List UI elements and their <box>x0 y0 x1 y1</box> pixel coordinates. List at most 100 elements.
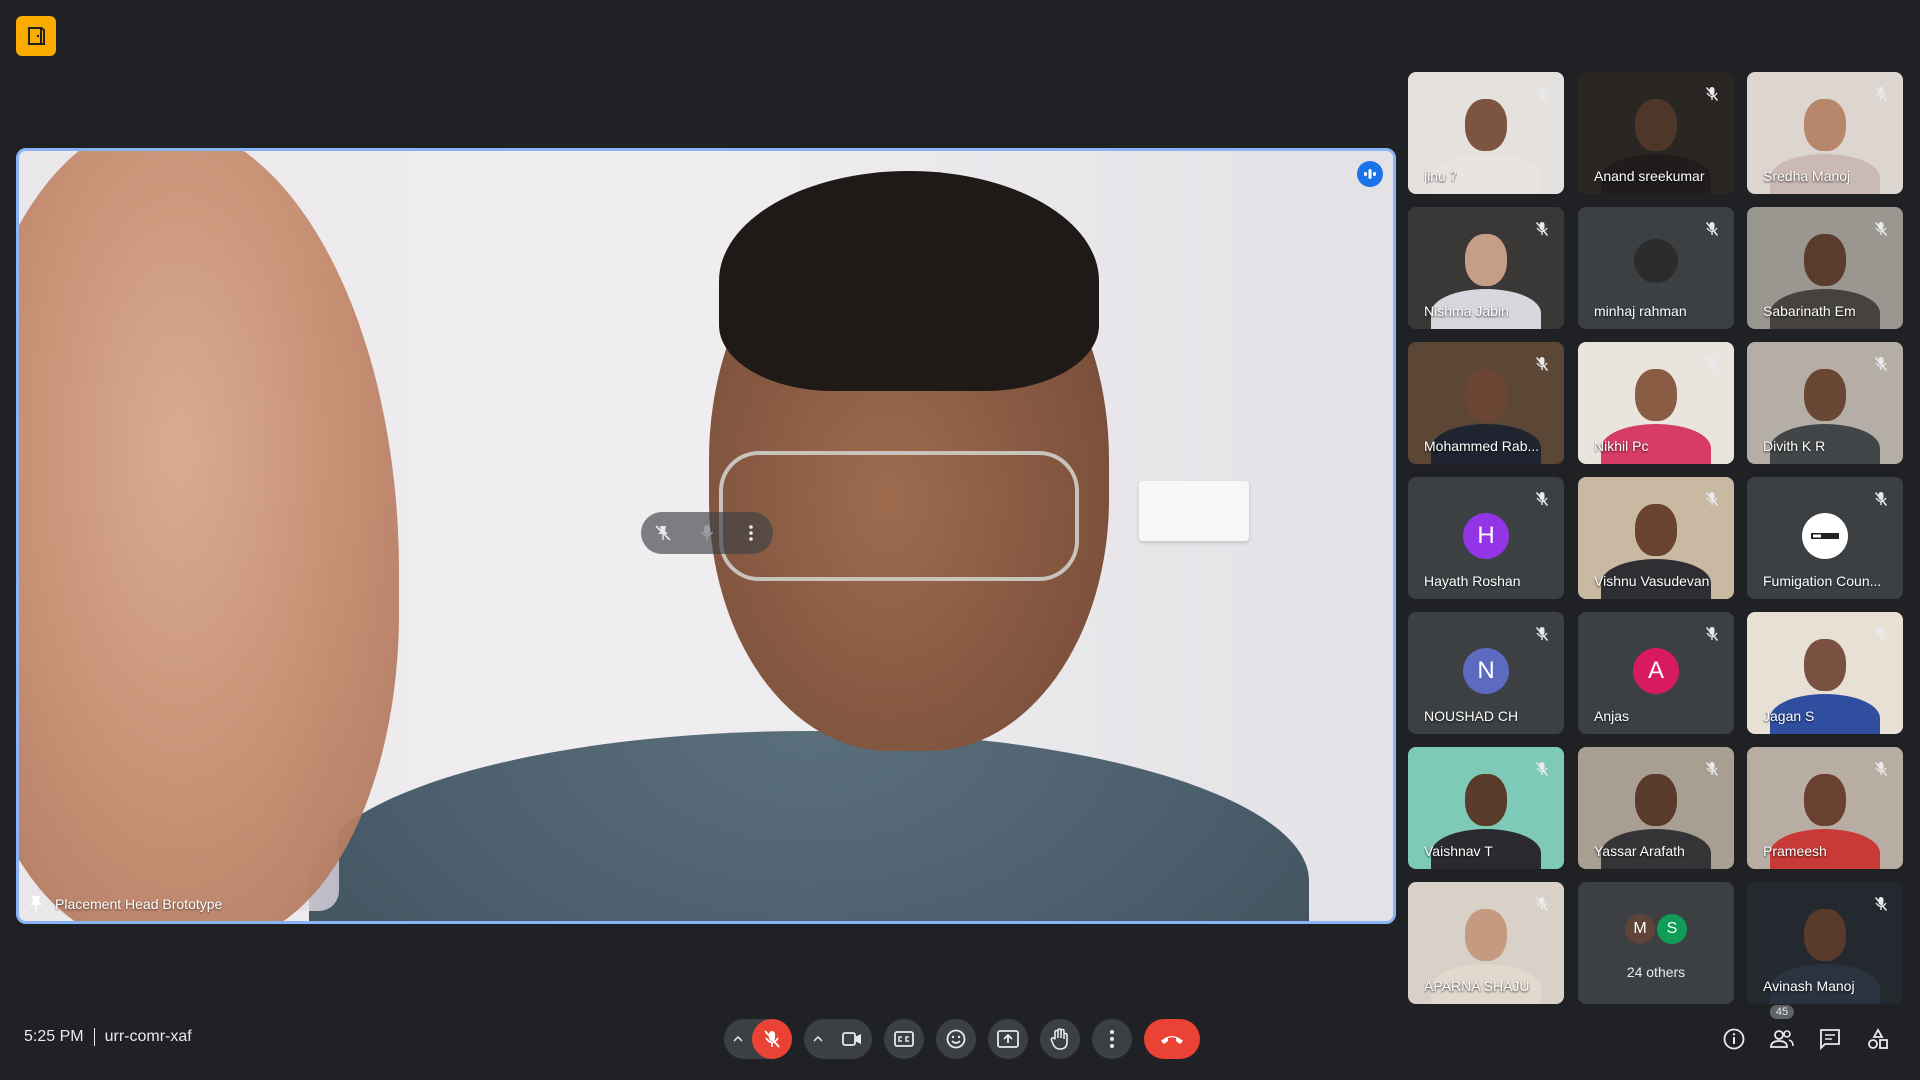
wall-socket <box>1139 481 1249 541</box>
participant-tile[interactable]: Vaishnav T <box>1408 747 1564 869</box>
speaker-glasses <box>719 451 1079 581</box>
more-vert-icon <box>749 525 753 541</box>
speaker-hair <box>719 171 1099 391</box>
mic-control-group <box>724 1019 792 1059</box>
more-options-button[interactable] <box>1092 1019 1132 1059</box>
people-icon <box>1770 1030 1794 1048</box>
mic-off-icon <box>1871 759 1891 779</box>
participant-name: Divith K R <box>1763 438 1826 454</box>
participant-face <box>1465 368 1507 421</box>
participant-face <box>1465 773 1507 826</box>
info-icon <box>1723 1028 1745 1050</box>
participant-logo-avatar <box>1802 513 1848 559</box>
participant-name: Sredha Manoj <box>1763 168 1851 184</box>
participant-tile[interactable]: Yassar Arafath <box>1578 747 1734 869</box>
participant-face <box>1634 239 1678 283</box>
participant-tile[interactable]: Vishnu Vasudevan <box>1578 477 1734 599</box>
captions-button[interactable] <box>884 1019 924 1059</box>
mic-off-icon <box>1702 624 1722 644</box>
mic-off-icon <box>1532 354 1552 374</box>
camera-toggle-button[interactable] <box>832 1019 872 1059</box>
audio-options-button[interactable] <box>724 1019 752 1059</box>
present-screen-button[interactable] <box>988 1019 1028 1059</box>
participant-tile[interactable]: A Anjas <box>1578 612 1734 734</box>
tile-more-options-button[interactable] <box>736 518 766 548</box>
participant-tile[interactable]: jinu 7 <box>1408 72 1564 194</box>
mic-off-icon <box>1532 894 1552 914</box>
participant-name: Anand sreekumar <box>1594 168 1705 184</box>
participant-name: Yassar Arafath <box>1594 843 1685 859</box>
chevron-up-icon <box>813 1036 823 1042</box>
participant-tile[interactable]: Jagan S <box>1747 612 1903 734</box>
mic-off-icon <box>1702 759 1722 779</box>
meeting-code[interactable]: urr-comr-xaf <box>105 1028 192 1046</box>
participant-tile[interactable]: Divith K R <box>1747 342 1903 464</box>
participant-name: jinu 7 <box>1424 168 1458 184</box>
hand-icon <box>1050 1028 1068 1050</box>
participant-tile[interactable]: N NOUSHAD CH <box>1408 612 1564 734</box>
participant-tile[interactable]: minhaj rahman <box>1578 207 1734 329</box>
leave-call-button[interactable] <box>1144 1019 1200 1059</box>
company-logo-icon <box>1811 533 1839 539</box>
mic-off-icon <box>1702 219 1722 239</box>
participant-tile[interactable]: M S 24 others <box>1578 882 1734 1004</box>
meeting-time: 5:25 PM <box>24 1028 84 1045</box>
speaking-indicator-icon <box>1357 161 1383 187</box>
participant-tile[interactable]: Nikhil Pc <box>1578 342 1734 464</box>
more-vert-icon <box>1110 1030 1114 1048</box>
participant-avatar: M <box>1625 914 1655 944</box>
participant-face <box>1465 908 1507 961</box>
participant-name: Anjas <box>1594 708 1630 724</box>
participant-face <box>1804 908 1846 961</box>
mic-off-icon <box>1871 894 1891 914</box>
participant-avatar: N <box>1463 648 1509 694</box>
mic-off-icon <box>1532 489 1552 509</box>
tile-hover-controls <box>641 512 773 554</box>
video-options-button[interactable] <box>804 1019 832 1059</box>
participant-tile[interactable]: H Hayath Roshan <box>1408 477 1564 599</box>
participant-name: Mohammed Rab... <box>1424 438 1540 454</box>
microphone-toggle-button[interactable] <box>752 1019 792 1059</box>
participant-tile[interactable]: APARNA SHAJU <box>1408 882 1564 1004</box>
closed-captions-icon <box>894 1031 914 1047</box>
participant-avatar: H <box>1463 513 1509 559</box>
meeting-info: 5:25 PM urr-comr-xaf <box>24 1028 192 1046</box>
participant-tile[interactable]: Sredha Manoj <box>1747 72 1903 194</box>
call-end-icon <box>1161 1036 1183 1044</box>
mic-off-icon <box>1702 84 1722 104</box>
participant-name: Vaishnav T <box>1424 843 1493 859</box>
mute-participant-button[interactable] <box>692 518 722 548</box>
participant-name: APARNA SHAJU <box>1424 978 1530 994</box>
raise-hand-button[interactable] <box>1040 1019 1080 1059</box>
participant-tile[interactable]: Avinash Manoj <box>1747 882 1903 1004</box>
participant-face <box>1804 368 1846 421</box>
participant-tile[interactable]: Fumigation Coun... <box>1747 477 1903 599</box>
mic-off-icon <box>1702 354 1722 374</box>
meeting-details-button[interactable] <box>1714 1019 1754 1059</box>
participant-face <box>1465 98 1507 151</box>
reactions-button[interactable] <box>936 1019 976 1059</box>
participant-tile[interactable]: Mohammed Rab... <box>1408 342 1564 464</box>
participant-tile[interactable]: Anand sreekumar <box>1578 72 1734 194</box>
unpin-button[interactable] <box>648 518 678 548</box>
main-speaker-nameplate: Placement Head Brototype <box>29 895 222 913</box>
chevron-up-icon <box>733 1036 743 1042</box>
participant-name: NOUSHAD CH <box>1424 708 1519 724</box>
participant-face <box>1635 503 1677 556</box>
participant-tile[interactable]: Sabarinath Em <box>1747 207 1903 329</box>
main-speaker-tile[interactable]: Placement Head Brototype <box>16 148 1396 924</box>
participant-name: Vishnu Vasudevan <box>1594 573 1710 589</box>
participant-tile[interactable]: Prameesh <box>1747 747 1903 869</box>
people-button[interactable]: 45 <box>1762 1005 1802 1059</box>
participant-avatar: A <box>1633 648 1679 694</box>
videocam-icon <box>842 1032 861 1046</box>
participant-tile[interactable]: Nishma Jabin <box>1408 207 1564 329</box>
separator <box>93 1028 95 1046</box>
participant-name: Prameesh <box>1763 843 1827 859</box>
unpin-icon <box>655 525 671 541</box>
call-controls <box>724 1019 1200 1059</box>
activities-button[interactable] <box>1858 1019 1898 1059</box>
mic-off-icon <box>1532 759 1552 779</box>
chat-button[interactable] <box>1810 1019 1850 1059</box>
participant-face <box>1804 773 1846 826</box>
